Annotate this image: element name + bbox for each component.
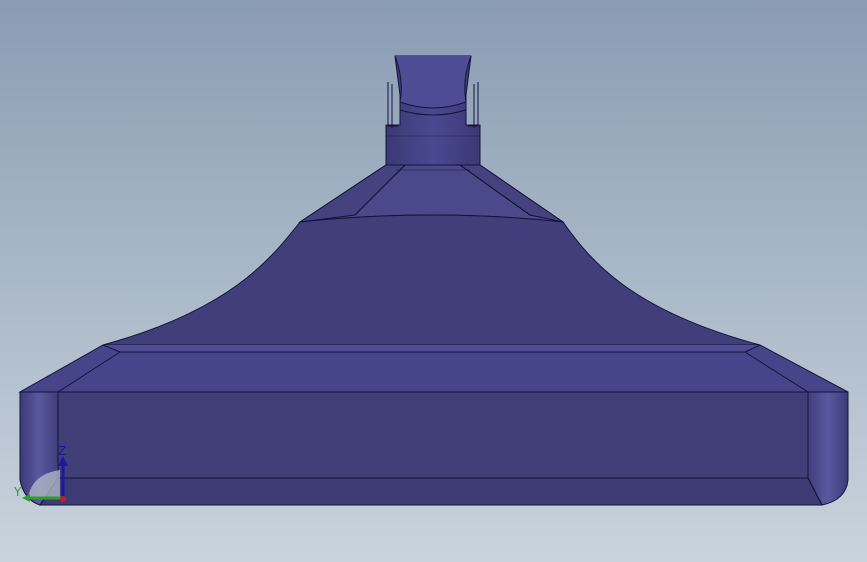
x-axis-indicator xyxy=(60,496,66,502)
model-3d-view[interactable]: Z Y xyxy=(0,0,867,562)
nozzle[interactable] xyxy=(385,55,481,166)
y-axis-label: Y xyxy=(13,485,22,499)
base-top-chamfer[interactable] xyxy=(18,344,849,393)
base-block[interactable] xyxy=(19,391,849,506)
z-axis-label: Z xyxy=(58,444,66,458)
upper-cone[interactable] xyxy=(298,164,565,223)
graphics-viewport[interactable]: Z Y xyxy=(0,0,867,562)
flared-body[interactable] xyxy=(102,214,761,346)
